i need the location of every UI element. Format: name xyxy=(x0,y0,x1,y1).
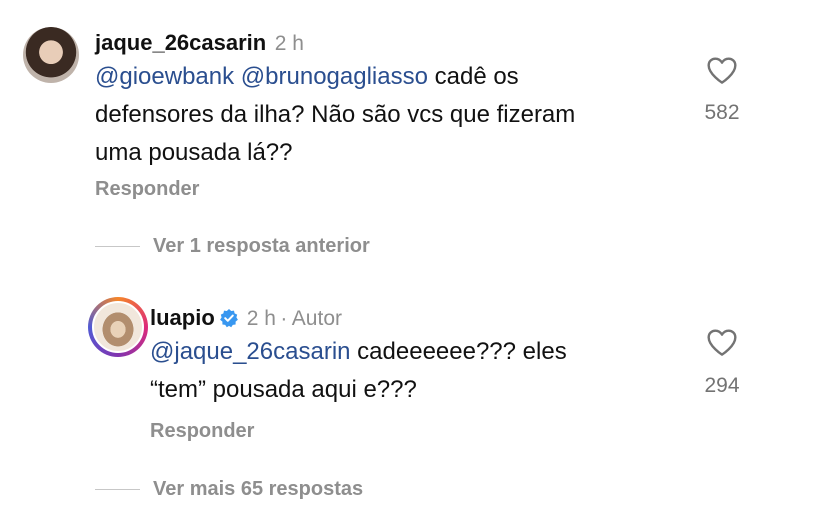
comment-text-line: defensores da ilha? Não são vcs que fize… xyxy=(95,101,576,128)
comment-text-part: cadê os xyxy=(434,63,519,90)
heart-outline-icon[interactable] xyxy=(706,55,738,85)
thread-divider xyxy=(95,489,140,490)
avatar[interactable] xyxy=(92,301,144,353)
mention-link[interactable]: @gioewbank xyxy=(95,63,234,90)
separator-dot: · xyxy=(280,307,288,330)
reply-button[interactable]: Responder xyxy=(95,178,199,201)
comment-text: @gioewbank @brunogagliasso cadê os defen… xyxy=(95,58,695,172)
heart-outline-icon[interactable] xyxy=(706,327,738,357)
comment-text-line: uma pousada lá?? xyxy=(95,139,293,166)
view-more-replies-button[interactable]: Ver mais 65 respostas xyxy=(153,478,363,501)
comment-text-part: cadeeeeee??? eles xyxy=(357,338,567,365)
like-count: 582 xyxy=(704,101,740,124)
avatar[interactable] xyxy=(23,27,79,83)
timestamp: 2 h xyxy=(274,32,304,55)
comment-text: @jaque_26casarin cadeeeeee??? eles “tem”… xyxy=(150,333,670,409)
author-badge: Autor xyxy=(291,307,342,330)
mention-link[interactable]: @jaque_26casarin xyxy=(150,338,351,365)
comment-header: jaque_26casarin 2 h xyxy=(95,30,304,56)
timestamp: 2 h xyxy=(246,307,276,330)
thread-divider xyxy=(95,246,140,247)
mention-link[interactable]: @brunogagliasso xyxy=(241,63,428,90)
like-count: 294 xyxy=(704,374,740,397)
view-previous-replies-button[interactable]: Ver 1 resposta anterior xyxy=(153,235,370,258)
comment-text-line: “tem” pousada aqui e??? xyxy=(150,376,417,403)
comment-header: luapio 2 h · Autor xyxy=(150,305,342,333)
verified-badge-icon xyxy=(219,308,239,333)
reply-button[interactable]: Responder xyxy=(150,420,254,443)
username[interactable]: luapio xyxy=(150,305,215,330)
username[interactable]: jaque_26casarin xyxy=(95,30,266,55)
